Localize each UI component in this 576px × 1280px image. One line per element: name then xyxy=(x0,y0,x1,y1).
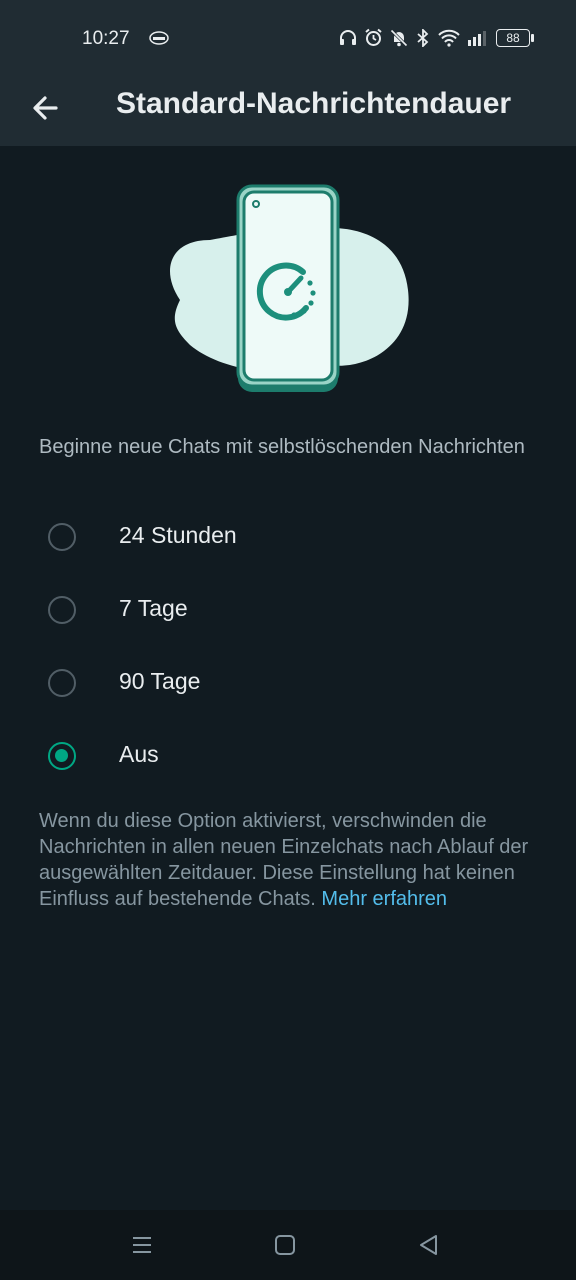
system-nav-bar xyxy=(0,1210,576,1280)
status-time: 10:27 xyxy=(82,28,130,49)
option-label: 7 Tage xyxy=(119,595,188,621)
home-icon[interactable] xyxy=(272,1232,298,1258)
headphones-icon xyxy=(340,29,356,45)
description-body: Wenn du diese Option aktivierst, verschw… xyxy=(39,810,529,910)
option-24-stunden[interactable]: 24 Stunden xyxy=(0,509,576,569)
option-label: Aus xyxy=(119,741,159,767)
option-90-tage[interactable]: 90 Tage xyxy=(0,655,576,715)
option-aus[interactable]: Aus xyxy=(0,728,576,788)
app-logo-icon xyxy=(149,31,169,45)
status-bar: 10:27 88 xyxy=(0,0,576,70)
bell-off-icon xyxy=(390,28,408,47)
option-label: 90 Tage xyxy=(119,668,201,694)
phone-timer-icon xyxy=(170,184,409,392)
page-title: Standard-Nachrichtendauer xyxy=(116,87,512,120)
status-icons: 88 xyxy=(339,28,534,47)
radio-button[interactable] xyxy=(48,596,76,624)
menu-icon[interactable] xyxy=(129,1232,155,1258)
radio-button[interactable] xyxy=(48,523,76,551)
signal-icon xyxy=(468,30,486,46)
back-arrow-icon[interactable] xyxy=(26,88,66,128)
battery-icon: 88 xyxy=(496,28,534,47)
option-7-tage[interactable]: 7 Tage xyxy=(0,582,576,642)
back-triangle-icon[interactable] xyxy=(416,1232,442,1258)
radio-button[interactable] xyxy=(48,669,76,697)
learn-more-link[interactable]: Mehr erfahren xyxy=(321,888,447,910)
option-label: 24 Stunden xyxy=(119,522,237,548)
alarm-icon xyxy=(365,28,382,46)
app-bar: Standard-Nachrichtendauer xyxy=(0,70,576,146)
bluetooth-icon xyxy=(417,28,429,47)
description-text: Wenn du diese Option aktivierst, verschw… xyxy=(39,808,539,912)
section-label: Beginne neue Chats mit selbstlöschenden … xyxy=(39,436,525,458)
wifi-icon xyxy=(438,29,460,47)
radio-button-selected[interactable] xyxy=(48,742,76,770)
